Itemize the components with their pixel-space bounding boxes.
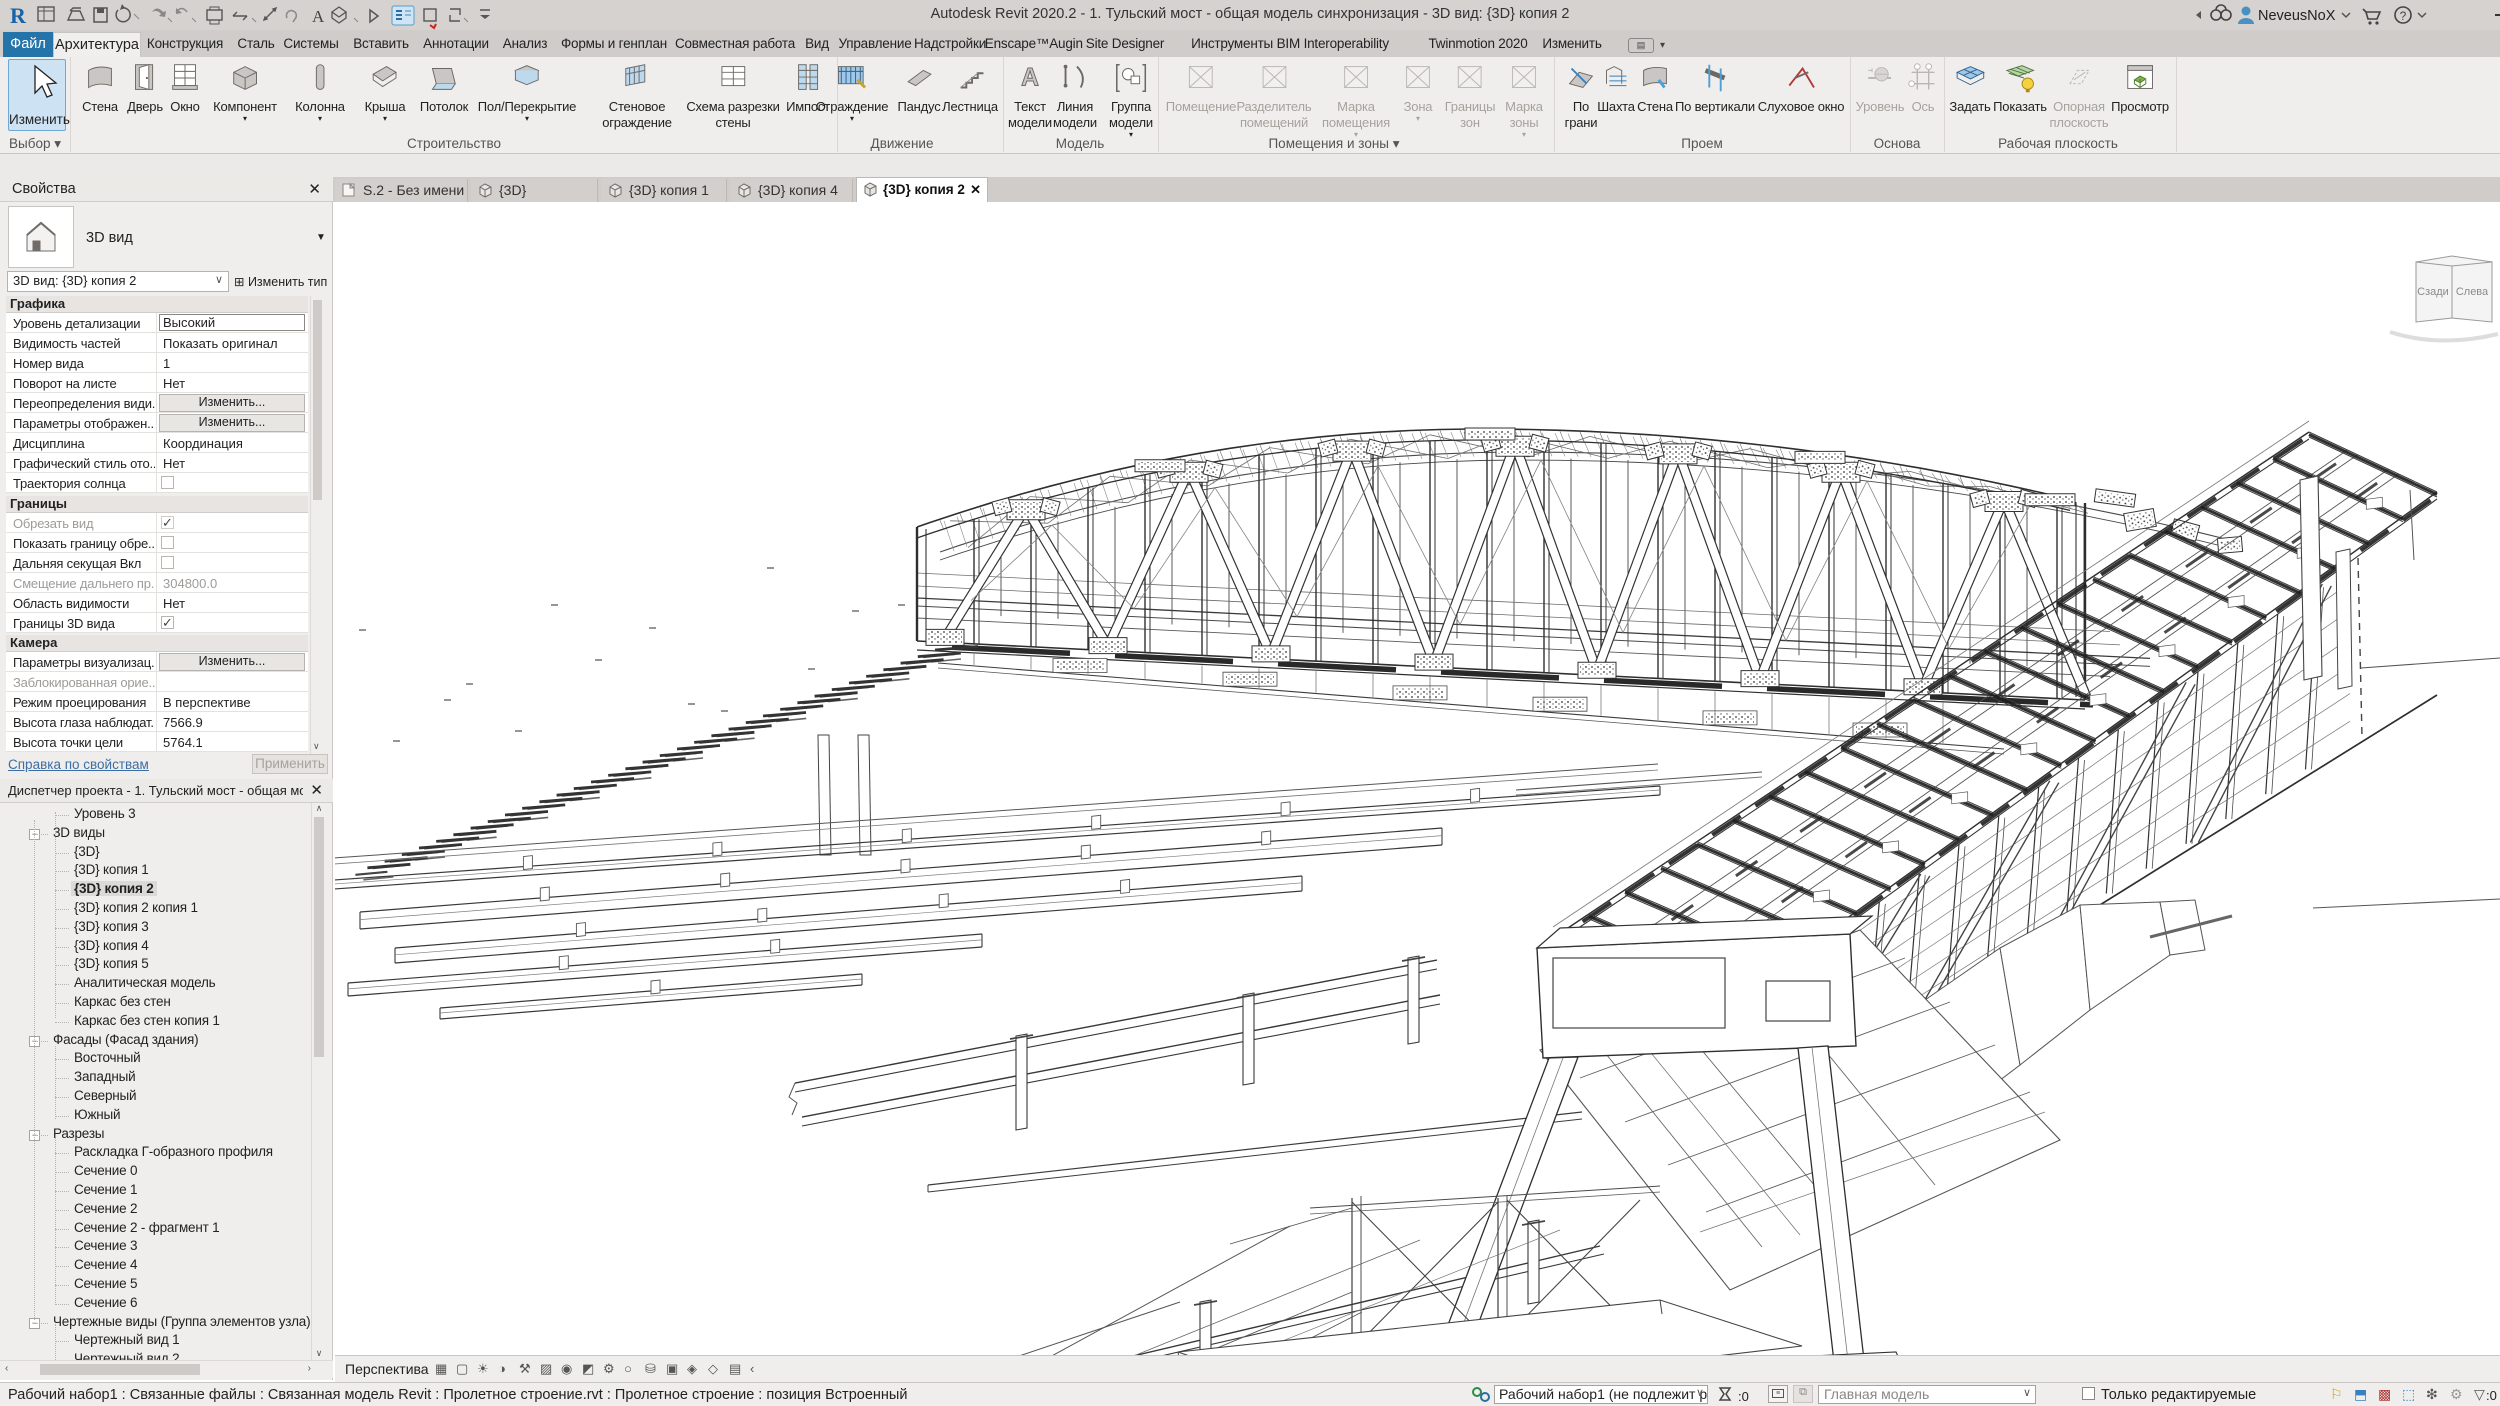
- svg-text:A: A: [1021, 65, 1039, 92]
- svg-text:NeveusNoX: NeveusNoX: [2258, 8, 2336, 24]
- svg-text:Слева: Слева: [2456, 286, 2489, 298]
- svg-text:?: ?: [2400, 9, 2407, 23]
- svg-text::0: :0: [1738, 1389, 1749, 1404]
- svg-text:Сзади: Сзади: [2417, 286, 2449, 298]
